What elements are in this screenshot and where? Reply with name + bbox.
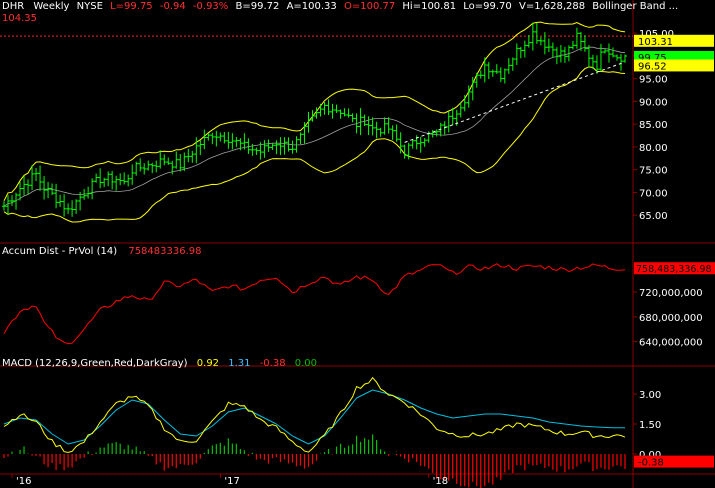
price-tick-label: 90.00 xyxy=(639,97,668,108)
chart-header: DHR Weekly NYSE L=99.75 -0.94 -0.93% B=9… xyxy=(2,1,678,12)
accum-value-label: 758,483,336.98 xyxy=(636,264,712,275)
symbol: DHR xyxy=(2,1,25,12)
price-tick-label: 75.00 xyxy=(639,166,668,177)
upper-band-label: 103.31 xyxy=(638,37,673,48)
low: Lo=99.70 xyxy=(463,1,512,12)
study-label: Bollinger Band ... xyxy=(592,1,679,12)
volume: V=1,628,288 xyxy=(518,1,586,12)
macd-value: 0.92 xyxy=(196,358,220,369)
price-tick-label: 70.00 xyxy=(639,188,668,199)
zero-value: 0.00 xyxy=(294,358,318,369)
ref-level-label: 104.35 xyxy=(2,13,37,24)
ref-level-row: 104.35 xyxy=(2,13,37,24)
bid: B=99.72 xyxy=(235,1,280,12)
x-tick-label: '16 xyxy=(16,476,31,487)
stock-chart: 105.00100.0095.0090.0085.0080.0075.0070.… xyxy=(0,0,715,488)
macd-hist-label: -0.38 xyxy=(638,458,664,469)
accum-title: Accum Dist - PrVol (14) xyxy=(2,246,118,257)
x-tick-label: '17 xyxy=(224,476,239,487)
exchange: NYSE xyxy=(76,1,103,12)
accum-tick-label: 720,000,000 xyxy=(639,288,703,299)
last-price: L=99.75 xyxy=(110,1,153,12)
price-tick-label: 95.00 xyxy=(639,75,668,86)
lower-band-label: 96.52 xyxy=(638,61,667,72)
accum-header: Accum Dist - PrVol (14) 758483336.98 xyxy=(2,246,202,257)
change-pct: -0.93% xyxy=(192,1,229,12)
macd-title: MACD (12,26,9,Green,Red,DarkGray) xyxy=(2,358,188,369)
open: O=100.77 xyxy=(343,1,396,12)
hist-value: -0.38 xyxy=(259,358,286,369)
accum-tick-label: 640,000,000 xyxy=(639,338,703,349)
macd-tick-label: 1.50 xyxy=(639,420,661,431)
macd-header: MACD (12,26,9,Green,Red,DarkGray) 0.92 1… xyxy=(2,358,317,369)
interval: Weekly xyxy=(33,1,70,12)
price-tick-label: 80.00 xyxy=(639,143,668,154)
change: -0.94 xyxy=(159,1,186,12)
high: Hi=100.81 xyxy=(402,1,457,12)
accum-value: 758483336.98 xyxy=(128,246,202,257)
price-tick-label: 85.00 xyxy=(639,120,668,131)
signal-value: 1.31 xyxy=(228,358,251,369)
x-tick-label: '18 xyxy=(433,476,448,487)
accum-tick-label: 680,000,000 xyxy=(639,313,703,324)
price-tick-label: 65.00 xyxy=(639,211,668,222)
ask: A=100.33 xyxy=(286,1,337,12)
macd-tick-label: 3.00 xyxy=(639,390,661,401)
